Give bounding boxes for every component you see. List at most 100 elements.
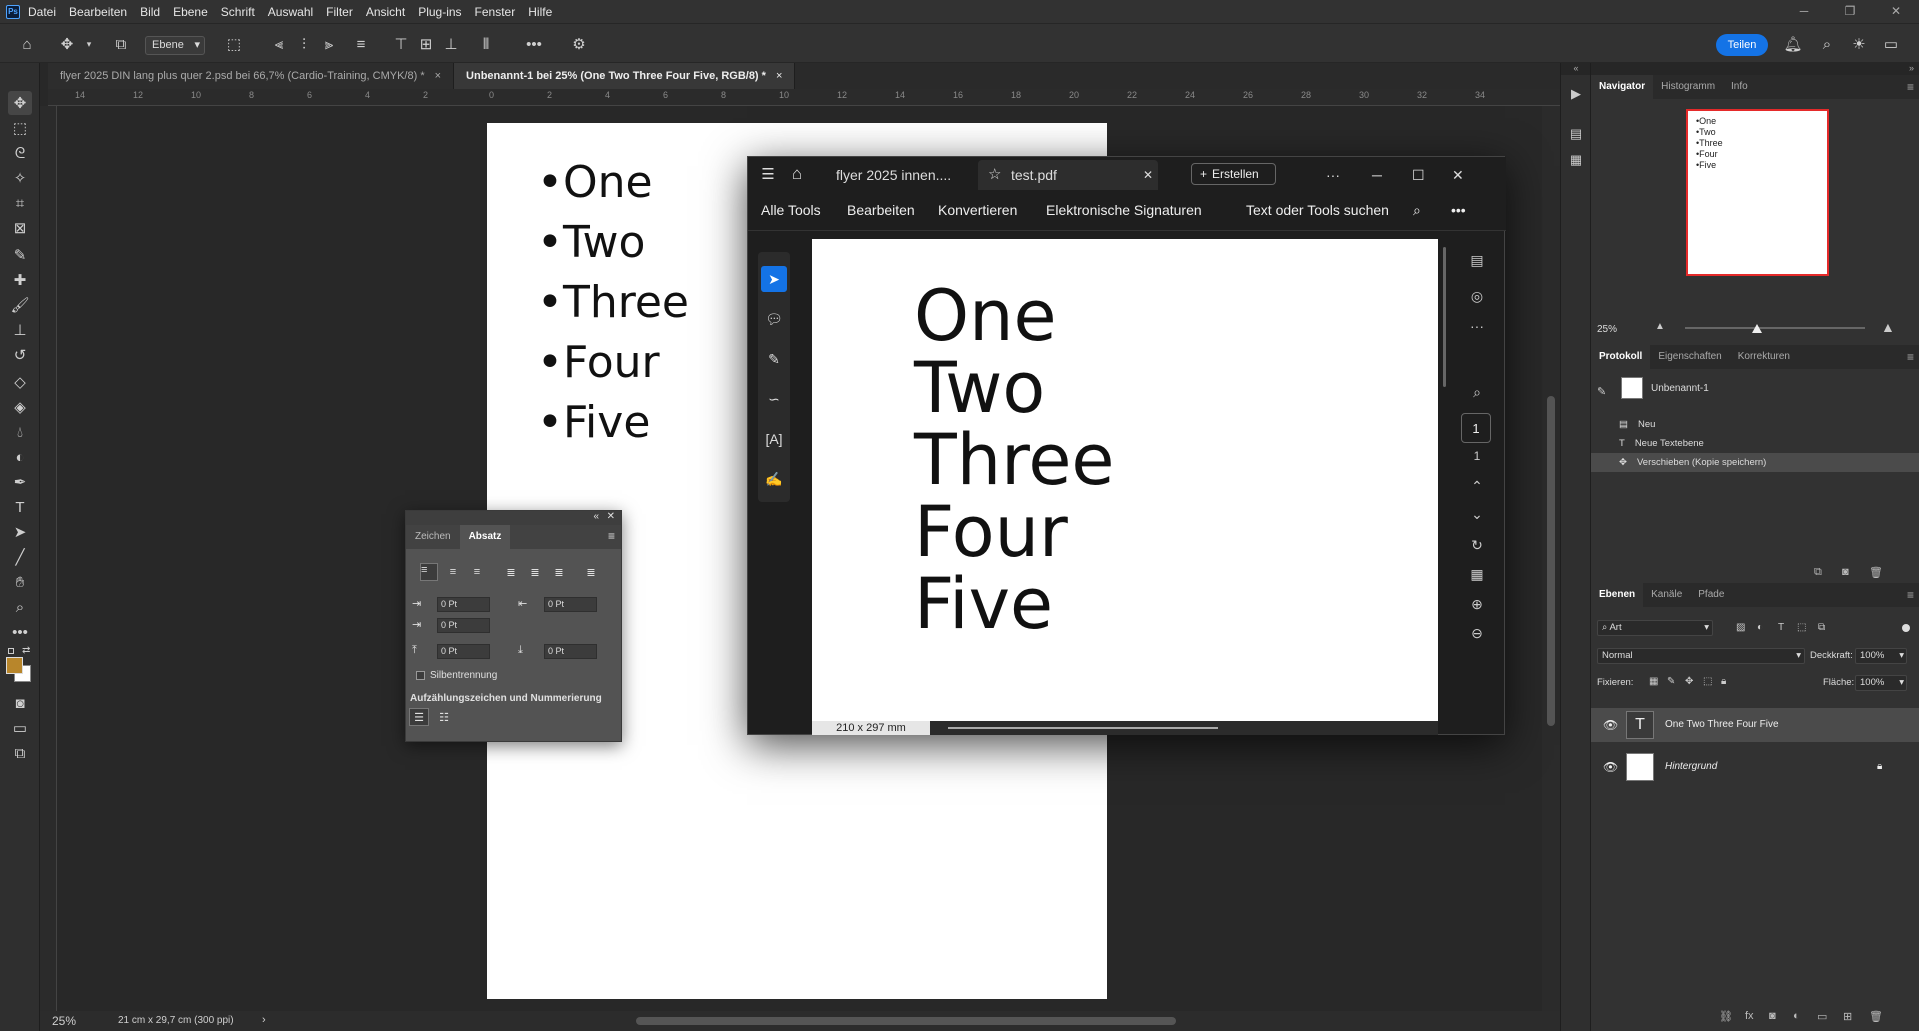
find-in-page-icon[interactable]: ⌕ — [1464, 379, 1490, 405]
filter-type-icon[interactable]: T — [1778, 622, 1784, 633]
filter-adjustment-icon[interactable]: ◐ — [1757, 622, 1763, 633]
star-icon[interactable]: ☆ — [988, 161, 1001, 189]
menu-bearbeiten[interactable]: Bearbeiten — [847, 202, 915, 218]
search-icon[interactable]: ⌕ — [1413, 202, 1421, 219]
filter-shape-icon[interactable]: ⬚ — [1797, 622, 1806, 633]
lock-artboard-icon[interactable]: ⬚ — [1703, 676, 1712, 687]
collapse-icon[interactable]: « — [593, 511, 599, 522]
hamburger-menu-icon[interactable]: ☰ — [758, 164, 778, 184]
vertical-scrollbar[interactable] — [1542, 106, 1560, 1011]
layer-filter-select[interactable]: ⌕ Art ▾ — [1597, 620, 1713, 636]
history-item[interactable]: ▤ Neu — [1591, 415, 1919, 434]
opacity-field[interactable]: 100% ▾ — [1855, 648, 1907, 664]
fill-field[interactable]: 100% ▾ — [1855, 675, 1907, 691]
document-info[interactable]: 21 cm x 29,7 cm (300 ppi) — [118, 1015, 234, 1026]
maximize-icon[interactable]: ❐ — [1827, 0, 1873, 23]
more-icon[interactable]: ••• — [1451, 202, 1466, 218]
dodge-tool-icon[interactable]: ◐ — [8, 445, 32, 469]
brush-tool-icon[interactable]: 🖌︎ — [8, 293, 32, 317]
lock-all-icon[interactable]: 🔒︎ — [1721, 676, 1726, 687]
menu-bearbeiten[interactable]: Bearbeiten — [69, 5, 127, 19]
align-center-text-icon[interactable]: ≡ — [444, 563, 462, 581]
eye-icon[interactable]: 👁︎ — [1603, 750, 1618, 784]
tab-eigenschaften[interactable]: Eigenschaften — [1650, 345, 1729, 369]
layer-row-text[interactable]: 👁︎ T One Two Three Four Five — [1591, 708, 1919, 742]
minimize-icon[interactable]: ─ — [1372, 161, 1382, 189]
panel-header[interactable]: « ✕ — [406, 511, 621, 525]
blur-tool-icon[interactable]: 💧︎ — [8, 420, 32, 444]
pdf-page[interactable]: One Two Three Four Five — [812, 239, 1438, 721]
layer-name[interactable]: One Two Three Four Five — [1665, 708, 1779, 742]
layer-row-background[interactable]: 👁︎ Hintergrund 🔒︎ — [1591, 750, 1919, 784]
eye-icon[interactable]: 👁︎ — [1603, 708, 1618, 742]
acrobat-tab-active[interactable] — [978, 160, 1158, 190]
quick-mask-icon[interactable]: ◙ — [8, 691, 32, 715]
trash-icon[interactable]: 🗑︎ — [1869, 1010, 1883, 1023]
align-bottom-icon[interactable]: ⊥ — [440, 33, 462, 55]
menu-hilfe[interactable]: Hilfe — [528, 5, 552, 19]
search-icon[interactable]: ⌕ — [1816, 33, 1838, 55]
tab-absatz[interactable]: Absatz — [459, 525, 511, 549]
align-left-icon[interactable]: ⫷ — [268, 33, 290, 55]
distribute-icon[interactable]: ≡ — [350, 33, 372, 55]
tab-ebenen[interactable]: Ebenen — [1591, 583, 1644, 607]
type-tool-icon[interactable]: T — [8, 495, 32, 519]
chevron-up-icon[interactable]: ⌃ — [1464, 473, 1490, 499]
panel-menu-icon[interactable]: ≡ — [608, 529, 615, 543]
home-icon[interactable]: ⌂ — [786, 164, 808, 184]
transform-controls-icon[interactable]: ⬚ — [223, 33, 245, 55]
snapshot-label[interactable]: Unbenannt-1 — [1651, 383, 1709, 394]
align-right-icon[interactable]: ⫸ — [318, 33, 340, 55]
zoom-slider[interactable] — [1685, 327, 1865, 329]
tab-unbenannt[interactable]: Unbenannt-1 bei 25% (One Two Three Four … — [454, 63, 796, 89]
justify-left-icon[interactable]: ≣ — [502, 563, 520, 581]
magic-wand-tool-icon[interactable]: ✧ — [8, 166, 32, 190]
layer-style-icon[interactable]: fx — [1745, 1010, 1754, 1022]
zoom-in-icon[interactable]: ⊕ — [1464, 591, 1490, 617]
rotate-icon[interactable]: ↻ — [1464, 532, 1490, 558]
search-tools[interactable]: Text oder Tools suchen — [1246, 202, 1389, 218]
more-icon[interactable]: ··· — [1464, 313, 1490, 339]
menu-schrift[interactable]: Schrift — [221, 5, 255, 19]
scroll-thumb[interactable] — [1547, 396, 1555, 726]
indent-right-field[interactable]: 0 Pt — [544, 597, 597, 612]
close-icon[interactable]: ✕ — [607, 511, 615, 522]
filter-toggle-icon[interactable] — [1902, 624, 1910, 632]
close-tab-icon[interactable]: × — [776, 70, 782, 82]
select-cursor-icon[interactable]: ➤ — [761, 266, 787, 292]
numbered-list-icon[interactable]: ☷ — [434, 708, 454, 726]
libraries-icon[interactable]: ▤ — [1565, 123, 1587, 145]
space-before-field[interactable]: 0 Pt — [437, 644, 490, 659]
navigator-zoom[interactable]: 25% — [1597, 324, 1617, 335]
foreground-color-swatch[interactable] — [6, 657, 23, 674]
adjustment-layer-icon[interactable]: ◐ — [1793, 1010, 1800, 1022]
align-left-text-icon[interactable]: ≡ — [420, 563, 438, 581]
document-properties-icon[interactable]: ▤ — [1464, 247, 1490, 273]
lock-transparent-icon[interactable]: ▦ — [1649, 676, 1658, 687]
more-icon[interactable]: ··· — [1326, 161, 1340, 189]
current-page-field[interactable]: 1 — [1461, 413, 1491, 443]
lock-pixels-icon[interactable]: ✎ — [1667, 676, 1675, 687]
pen-tool-icon[interactable]: ✒ — [8, 470, 32, 494]
zoom-level[interactable]: 25% — [52, 1014, 76, 1028]
justify-right-icon[interactable]: ≣ — [550, 563, 568, 581]
menu-datei[interactable]: Datei — [28, 5, 56, 19]
chevron-right-icon[interactable]: › — [262, 1014, 266, 1026]
more-options-icon[interactable]: ••• — [523, 33, 545, 55]
bell-icon[interactable]: 🔔︎ — [1782, 33, 1804, 55]
acrobat-tab-flyer[interactable]: flyer 2025 innen.... — [836, 161, 951, 189]
default-colors-icon[interactable] — [8, 648, 14, 654]
history-brush-tool-icon[interactable]: ↺ — [8, 343, 32, 367]
align-right-text-icon[interactable]: ≡ — [468, 563, 486, 581]
tab-info[interactable]: Info — [1723, 75, 1756, 99]
menu-filter[interactable]: Filter — [326, 5, 353, 19]
zoom-slider-handle[interactable] — [1752, 324, 1762, 333]
history-item-active[interactable]: ✥ Verschieben (Kopie speichern) — [1591, 453, 1919, 472]
panel-menu-icon[interactable]: ≡ — [1907, 588, 1914, 602]
justify-all-icon[interactable]: ≣ — [582, 563, 600, 581]
camera-icon[interactable]: ◙ — [1842, 566, 1849, 578]
zoom-out-mountain-icon[interactable]: ▲ — [1655, 321, 1665, 332]
lasso-tool-icon[interactable]: ᘓ — [8, 141, 32, 165]
tab-flyer[interactable]: flyer 2025 DIN lang plus quer 2.psd bei … — [48, 63, 455, 89]
tab-zeichen[interactable]: Zeichen — [406, 525, 460, 549]
